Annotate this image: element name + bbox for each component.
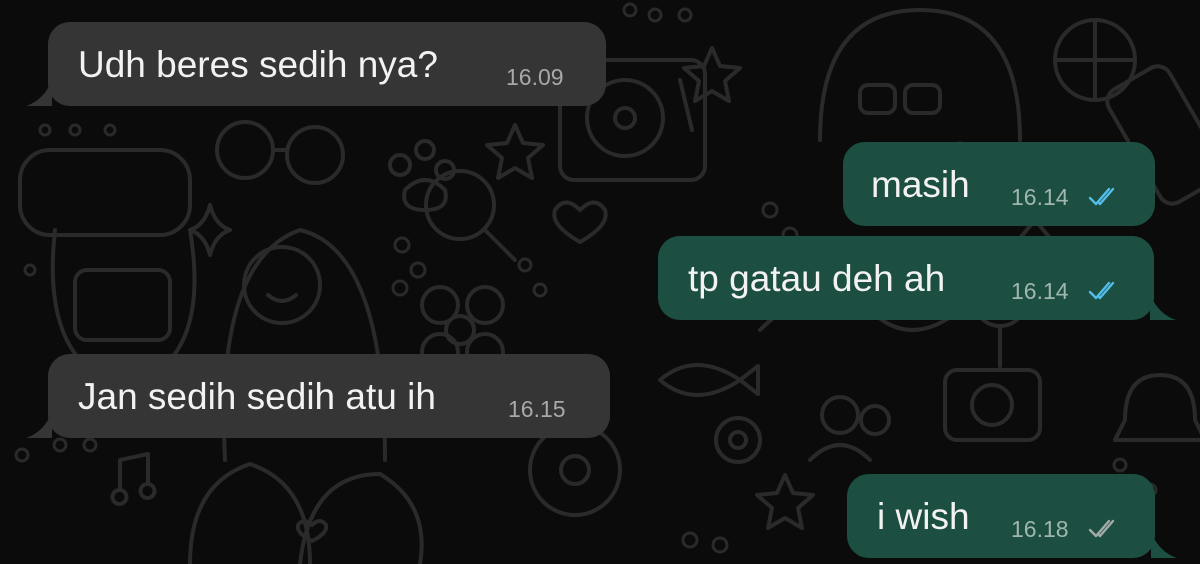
double-check-icon [1088, 519, 1115, 538]
message-timestamp: 16.14 [1011, 184, 1069, 210]
bubble-tail [26, 80, 52, 106]
message-bubble-incoming[interactable]: Jan sedih sedih atu ih 16.15 [26, 354, 610, 438]
donut-doodle [528, 423, 622, 517]
message-text: masih [871, 164, 970, 205]
hands-heart-doodle [188, 462, 424, 564]
cool-ghost-doodle [818, 8, 1022, 142]
bubble-tail [26, 412, 52, 438]
sparkle-doodle [188, 203, 232, 257]
message-text: i wish [877, 496, 970, 537]
message-timestamp: 16.14 [1011, 278, 1069, 304]
bell-doodle [1113, 373, 1200, 442]
music-note-doodle [110, 452, 157, 506]
double-check-icon [1088, 281, 1115, 300]
bubble-tail [1150, 294, 1176, 320]
star-doodle [485, 123, 545, 180]
message-bubble-outgoing[interactable]: masih 16.14 [843, 142, 1155, 226]
message-text: Jan sedih sedih atu ih [78, 376, 436, 417]
people-doodle [808, 395, 891, 462]
message-timestamp: 16.15 [508, 396, 566, 422]
basketball-doodle [1053, 18, 1137, 102]
backpack-doodle [18, 148, 197, 362]
message-bubble-incoming[interactable]: Udh beres sedih nya? 16.09 [26, 22, 606, 106]
message-timestamp: 16.18 [1011, 516, 1069, 542]
gear-doodle [714, 416, 762, 464]
camera-doodle [943, 368, 1042, 442]
star-doodle-2 [755, 473, 815, 530]
message-text: tp gatau deh ah [688, 258, 946, 299]
message-bubble-outgoing[interactable]: tp gatau deh ah 16.14 [658, 236, 1176, 320]
bubble-tail [1151, 532, 1177, 558]
message-text: Udh beres sedih nya? [78, 44, 438, 85]
fish-doodle [658, 363, 760, 397]
star-doodle-3 [682, 46, 742, 103]
double-check-icon [1088, 187, 1115, 206]
heart-doodle [552, 200, 608, 244]
message-timestamp: 16.09 [506, 64, 564, 90]
message-bubble-outgoing[interactable]: i wish 16.18 [847, 474, 1177, 558]
glasses-doodle [215, 120, 345, 185]
